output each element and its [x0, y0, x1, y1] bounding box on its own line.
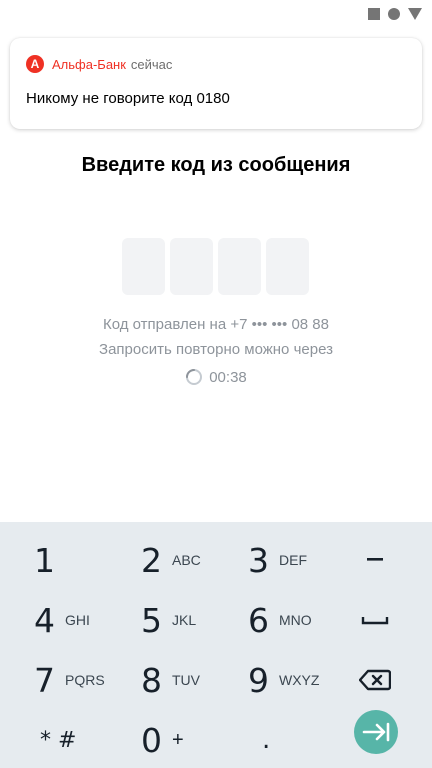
circle-icon: [388, 8, 400, 20]
key-number: 0: [141, 720, 162, 760]
key-6[interactable]: 6 MNO: [248, 592, 312, 648]
key-number: 5: [141, 600, 162, 640]
logo-letter: А: [30, 57, 40, 71]
key-letters: MNO: [279, 612, 312, 628]
code-digit-box[interactable]: [122, 238, 165, 295]
space-key[interactable]: [360, 608, 390, 632]
numeric-keyboard: 1 2 ABC 3 DEF 4 GHI 5 JKL 6 MNO 7 PQRS 8…: [0, 522, 432, 768]
key-9[interactable]: 9 WXYZ: [248, 652, 319, 708]
key-8[interactable]: 8 TUV: [141, 652, 200, 708]
notification-time: сейчас: [130, 56, 173, 72]
key-number: 2: [141, 540, 162, 580]
arrow-to-end-icon: [362, 722, 390, 742]
key-star-hash[interactable]: * #: [40, 712, 76, 768]
minus-key[interactable]: [360, 548, 390, 572]
key-letters: PQRS: [65, 672, 105, 688]
notification-header: А Альфа-Банк сейчас: [26, 55, 172, 73]
key-letters: +: [172, 728, 184, 751]
key-number: 8: [141, 660, 162, 700]
key-dot[interactable]: .: [262, 712, 270, 768]
resend-timer: 00:38: [0, 368, 432, 386]
timer-value: 00:38: [209, 368, 247, 386]
key-1[interactable]: 1: [34, 532, 55, 588]
code-digit-box[interactable]: [266, 238, 309, 295]
backspace-key[interactable]: [358, 668, 392, 692]
code-digit-box[interactable]: [218, 238, 261, 295]
status-icons: [368, 8, 422, 20]
key-letters: ABC: [172, 552, 201, 568]
spinner-icon: [186, 369, 203, 385]
square-icon: [368, 8, 380, 20]
key-number: 1: [34, 540, 55, 580]
key-letters: DEF: [279, 552, 307, 568]
key-0[interactable]: 0 +: [141, 712, 184, 768]
key-letters: GHI: [65, 612, 90, 628]
key-number: * #: [40, 727, 77, 753]
status-bar: [0, 0, 432, 30]
resend-info: Запросить повторно можно через: [99, 341, 333, 358]
space-icon: [361, 617, 389, 625]
notification-message: Никому не говорите код 0180: [26, 90, 230, 107]
key-number: 9: [248, 660, 269, 700]
sms-notification[interactable]: А Альфа-Банк сейчас Никому не говорите к…: [10, 38, 422, 129]
triangle-icon: [408, 8, 422, 20]
code-sent-info: Код отправлен на +7 ••• ••• 08 88: [103, 316, 329, 333]
key-letters: TUV: [172, 672, 200, 688]
key-4[interactable]: 4 GHI: [34, 592, 90, 648]
key-number: .: [262, 725, 271, 755]
code-digit-box[interactable]: [170, 238, 213, 295]
key-7[interactable]: 7 PQRS: [34, 652, 105, 708]
key-number: 4: [34, 600, 55, 640]
key-3[interactable]: 3 DEF: [248, 532, 307, 588]
notification-app-name: Альфа-Банк: [52, 56, 126, 72]
key-letters: WXYZ: [279, 672, 320, 688]
backspace-icon: [359, 669, 391, 691]
key-number: 7: [34, 660, 55, 700]
key-letters: JKL: [172, 612, 197, 628]
enter-button[interactable]: [354, 710, 398, 754]
alfa-bank-logo-icon: А: [26, 55, 44, 73]
minus-icon: [367, 558, 383, 561]
key-2[interactable]: 2 ABC: [141, 532, 201, 588]
key-number: 3: [248, 540, 269, 580]
page-title: Введите код из сообщения: [81, 154, 351, 176]
code-input[interactable]: [122, 238, 309, 295]
key-number: 6: [248, 600, 269, 640]
key-5[interactable]: 5 JKL: [141, 592, 196, 648]
